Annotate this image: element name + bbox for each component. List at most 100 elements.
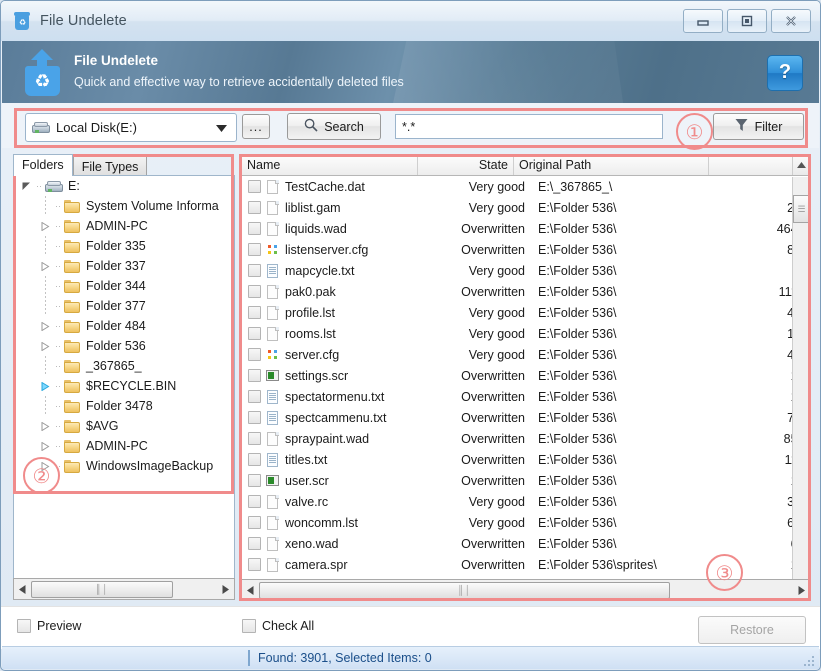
close-button[interactable] (771, 9, 811, 33)
table-row[interactable]: TestCache.datVery goodE:\_367865_\9 (242, 176, 810, 197)
tree-item[interactable]: ··Folder 377 (14, 296, 234, 316)
row-checkbox[interactable] (248, 474, 261, 487)
checkbox-box[interactable] (17, 619, 31, 633)
hscroll-thumb[interactable]: ║│ (259, 582, 670, 599)
resize-grip-icon[interactable] (802, 654, 814, 666)
vscroll-up-button[interactable] (792, 155, 810, 175)
scroll-right-icon[interactable] (217, 579, 234, 599)
table-row[interactable]: titles.txtOverwrittenE:\Folder 536\11.1 (242, 449, 810, 470)
row-checkbox[interactable] (248, 348, 261, 361)
drive-select[interactable]: Local Disk(E:) (25, 113, 237, 142)
blank-file-icon (266, 515, 280, 531)
expander-collapsed-icon[interactable] (39, 216, 52, 236)
tree-item[interactable]: ··ADMIN-PC (14, 216, 234, 236)
cell-state: Overwritten (407, 243, 532, 257)
column-header-state[interactable]: State (418, 155, 514, 175)
row-checkbox[interactable] (248, 516, 261, 529)
row-checkbox[interactable] (248, 306, 261, 319)
row-checkbox[interactable] (248, 180, 261, 193)
table-row[interactable]: listenserver.cfgOverwrittenE:\Folder 536… (242, 239, 810, 260)
tree-item[interactable]: ··$AVG (14, 416, 234, 436)
row-checkbox[interactable] (248, 201, 261, 214)
row-checkbox[interactable] (248, 411, 261, 424)
row-checkbox[interactable] (248, 558, 261, 571)
expander-collapsed-icon[interactable] (39, 336, 52, 356)
expander-collapsed-icon[interactable] (39, 456, 52, 476)
file-list-vscrollbar[interactable]: ☰ (792, 177, 809, 580)
tree-item[interactable]: ··ADMIN-PC (14, 436, 234, 456)
table-row[interactable]: woncomm.lstVery goodE:\Folder 536\607 (242, 512, 810, 533)
help-button[interactable]: ? (767, 55, 803, 91)
tree-item[interactable]: ··_367865_ (14, 356, 234, 376)
filter-button[interactable]: Filter (713, 113, 804, 140)
table-row[interactable]: valve.rcVery goodE:\Folder 536\356 (242, 491, 810, 512)
tab-folders[interactable]: Folders (13, 154, 73, 176)
expander-expanded-icon[interactable] (20, 176, 33, 196)
search-button[interactable]: Search (287, 113, 381, 140)
table-row[interactable]: server.cfgVery goodE:\Folder 536\478 (242, 344, 810, 365)
table-row[interactable]: xeno.wadOverwrittenE:\Folder 536\6.2 (242, 533, 810, 554)
tree-item[interactable]: ··Folder 335 (14, 236, 234, 256)
tree-item[interactable]: ··Folder 484 (14, 316, 234, 336)
table-row[interactable]: profile.lstVery goodE:\Folder 536\479 (242, 302, 810, 323)
table-row[interactable]: spectcammenu.txtOverwrittenE:\Folder 536… (242, 407, 810, 428)
scroll-right-icon[interactable] (793, 580, 810, 600)
expander-collapsed-icon[interactable] (39, 436, 52, 456)
tree-item[interactable]: ··Folder 337 (14, 256, 234, 276)
folder-tree-hscrollbar[interactable]: ║│ (13, 578, 235, 600)
table-row[interactable]: spraypaint.wadOverwrittenE:\Folder 536\8… (242, 428, 810, 449)
column-header-path[interactable]: Original Path (514, 155, 709, 175)
row-checkbox[interactable] (248, 369, 261, 382)
tab-file-types[interactable]: File Types (73, 156, 148, 176)
table-row[interactable]: camera.sprOverwrittenE:\Folder 536\sprit… (242, 554, 810, 575)
table-row[interactable]: rooms.lstVery goodE:\Folder 536\198 (242, 323, 810, 344)
tree-item[interactable]: ··Folder 344 (14, 276, 234, 296)
tree-item[interactable]: ··$RECYCLE.BIN (14, 376, 234, 396)
expander-collapsed-icon[interactable] (39, 376, 52, 396)
checkbox-box[interactable] (242, 619, 256, 633)
hscroll-thumb[interactable]: ║│ (31, 581, 173, 598)
table-row[interactable]: settings.scrOverwrittenE:\Folder 536\1.9 (242, 365, 810, 386)
table-row[interactable]: liquids.wadOverwrittenE:\Folder 536\464.… (242, 218, 810, 239)
row-checkbox[interactable] (248, 243, 261, 256)
row-checkbox[interactable] (248, 432, 261, 445)
file-list-hscrollbar[interactable]: ║│ (241, 579, 811, 601)
column-header-name[interactable]: Name (242, 155, 418, 175)
maximize-button[interactable] (727, 9, 767, 33)
file-list-body[interactable]: TestCache.datVery goodE:\_367865_\9libli… (241, 175, 811, 580)
tree-root-item[interactable]: ·· E: (14, 176, 234, 196)
folder-tree[interactable]: ·· E: ··System Volume Informa··ADMIN-PC·… (13, 175, 235, 579)
tree-item[interactable]: ··Folder 3478 (14, 396, 234, 416)
row-checkbox[interactable] (248, 264, 261, 277)
row-checkbox[interactable] (248, 222, 261, 235)
expander-collapsed-icon[interactable] (39, 316, 52, 336)
table-row[interactable]: pak0.pakOverwrittenE:\Folder 536\111.0 (242, 281, 810, 302)
expander-collapsed-icon[interactable] (39, 256, 52, 276)
row-checkbox[interactable] (248, 390, 261, 403)
expander-collapsed-icon[interactable] (39, 416, 52, 436)
minimize-button[interactable] (683, 9, 723, 33)
table-row[interactable]: spectatormenu.txtOverwrittenE:\Folder 53… (242, 386, 810, 407)
tree-item[interactable]: ··Folder 536 (14, 336, 234, 356)
row-checkbox[interactable] (248, 495, 261, 508)
file-mask-input[interactable]: *.* (395, 114, 663, 139)
row-checkbox[interactable] (248, 285, 261, 298)
restore-button[interactable]: Restore (698, 616, 806, 644)
table-row[interactable]: user.scrOverwrittenE:\Folder 536\1.0 (242, 470, 810, 491)
table-row[interactable]: mapcycle.txtVery goodE:\Folder 536\68 (242, 260, 810, 281)
check-all-checkbox[interactable]: Check All (242, 619, 314, 633)
scroll-left-icon[interactable] (242, 580, 259, 600)
config-file-icon (266, 242, 280, 258)
tree-item[interactable]: ··System Volume Informa (14, 196, 234, 216)
row-checkbox[interactable] (248, 453, 261, 466)
preview-checkbox[interactable]: Preview (17, 619, 81, 633)
column-header-size[interactable] (709, 155, 792, 175)
vscroll-thumb[interactable]: ☰ (793, 195, 810, 223)
row-checkbox[interactable] (248, 537, 261, 550)
row-checkbox[interactable] (248, 327, 261, 340)
scroll-left-icon[interactable] (14, 579, 31, 599)
tree-item[interactable]: ··WindowsImageBackup (14, 456, 234, 476)
browse-button[interactable]: ... (242, 114, 270, 139)
table-row[interactable]: liblist.gamVery goodE:\Folder 536\247 (242, 197, 810, 218)
cell-name: profile.lst (285, 306, 407, 320)
